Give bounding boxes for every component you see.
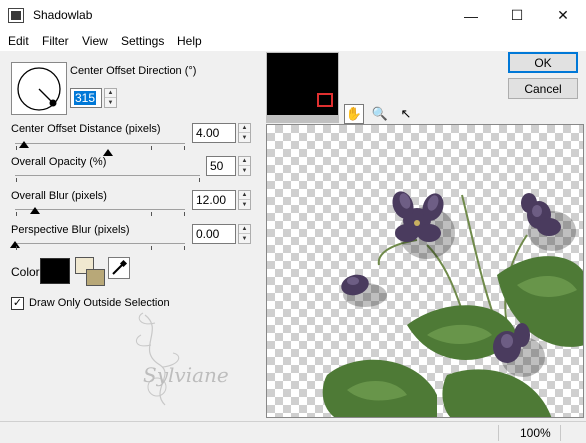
window-title: Shadowlab	[33, 8, 93, 22]
distance-spinner[interactable]: ▲ ▼	[238, 123, 251, 143]
draw-outside-checkbox[interactable]: ✓	[11, 297, 24, 310]
status-bar: 100%	[0, 421, 586, 443]
watermark-logo: Sylviane	[135, 312, 229, 406]
zoom-level: 100%	[520, 426, 551, 440]
violet-flowers-image	[322, 191, 583, 417]
perspective-blur-slider-track	[15, 243, 185, 244]
blur-spinner[interactable]: ▲ ▼	[238, 190, 251, 210]
color-label: Color	[11, 265, 40, 279]
slider-tick	[184, 146, 185, 150]
menu-view[interactable]: View	[82, 34, 108, 48]
opacity-spinner[interactable]: ▲ ▼	[238, 156, 251, 176]
eyedropper-button[interactable]	[108, 257, 130, 279]
menu-bar: Edit Filter View Settings Help	[0, 31, 586, 51]
slider-tick	[184, 212, 185, 216]
perspective-blur-label: Perspective Blur (pixels)	[11, 224, 130, 236]
eyedropper-icon	[112, 259, 128, 275]
opacity-input[interactable]: 50	[206, 156, 236, 176]
minimize-button[interactable]: —	[448, 0, 494, 31]
app-icon	[8, 8, 24, 23]
slider-tick	[16, 212, 17, 216]
slider-tick	[16, 146, 17, 150]
maximize-button[interactable]: ☐	[494, 0, 540, 31]
menu-edit[interactable]: Edit	[8, 34, 29, 48]
ok-button[interactable]: OK	[508, 52, 578, 73]
status-separator	[498, 425, 499, 441]
hand-icon: ✋	[345, 106, 363, 121]
slider-tick	[16, 246, 17, 250]
distance-input[interactable]: 4.00	[192, 123, 236, 143]
distance-slider-thumb[interactable]	[18, 141, 29, 148]
distance-slider-track	[15, 143, 185, 144]
opacity-label: Overall Opacity (%)	[11, 156, 107, 168]
select-tool-button[interactable]: ↖	[396, 104, 416, 124]
slider-tick	[199, 178, 200, 182]
direction-input[interactable]: 315	[70, 88, 102, 108]
menu-help[interactable]: Help	[177, 34, 202, 48]
blur-input[interactable]: 12.00	[192, 190, 236, 210]
foreground-material-swatch[interactable]	[86, 269, 105, 286]
perspective-blur-slider-thumb[interactable]	[10, 241, 20, 248]
zoom-icon: 🔍	[371, 106, 389, 121]
cancel-button[interactable]: Cancel	[508, 78, 578, 99]
direction-label: Center Offset Direction (°)	[70, 65, 197, 77]
distance-label: Center Offset Distance (pixels)	[11, 123, 161, 135]
perspective-blur-input[interactable]: 0.00	[192, 224, 236, 244]
menu-filter[interactable]: Filter	[42, 34, 69, 48]
title-bar: Shadowlab — ☐ ✕	[0, 0, 586, 31]
blur-slider-thumb[interactable]	[30, 207, 41, 214]
blur-label: Overall Blur (pixels)	[11, 190, 107, 202]
close-button[interactable]: ✕	[540, 0, 586, 31]
slider-tick	[151, 146, 152, 150]
status-separator	[560, 425, 561, 441]
menu-settings[interactable]: Settings	[121, 34, 164, 48]
opacity-slider-track	[15, 175, 200, 176]
perspective-blur-spinner[interactable]: ▲ ▼	[238, 224, 251, 244]
svg-text:Sylviane: Sylviane	[143, 363, 229, 387]
preview-canvas[interactable]	[266, 124, 584, 418]
direction-dial[interactable]	[11, 62, 67, 115]
preview-navigator[interactable]	[266, 52, 339, 123]
zoom-tool-button[interactable]: 🔍	[370, 104, 390, 124]
slider-tick	[16, 178, 17, 182]
pan-tool-button[interactable]: ✋	[344, 104, 364, 124]
material-swatches[interactable]	[74, 256, 106, 288]
navigator-viewport-rect[interactable]	[317, 93, 333, 107]
arrow-pointer-icon: ↖	[400, 106, 412, 121]
opacity-slider-thumb[interactable]	[102, 149, 113, 156]
slider-tick	[151, 212, 152, 216]
direction-spinner[interactable]: ▲ ▼	[104, 88, 117, 108]
shadow-color-swatch[interactable]	[40, 258, 70, 284]
slider-tick	[184, 246, 185, 250]
slider-tick	[151, 246, 152, 250]
blur-slider-track	[15, 209, 185, 210]
